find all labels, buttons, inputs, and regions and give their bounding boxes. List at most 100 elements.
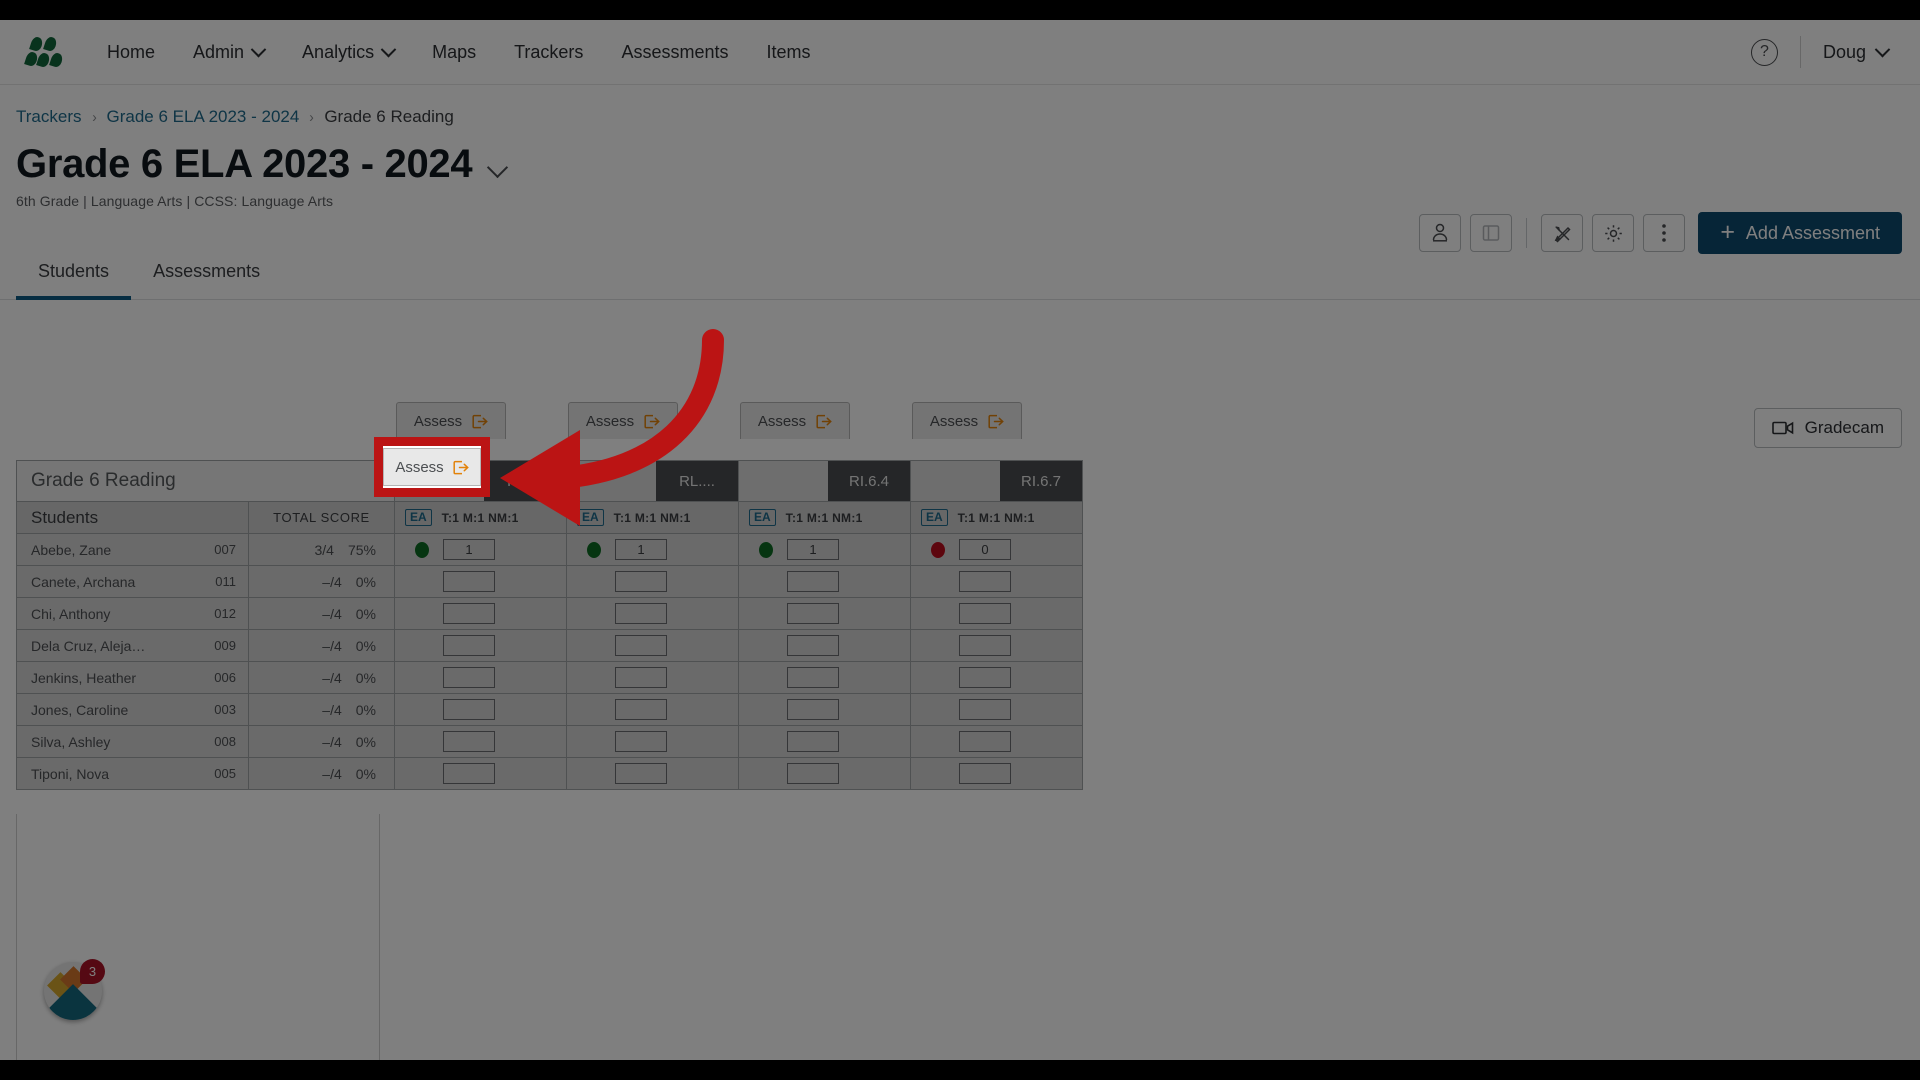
score-cell[interactable]: 1 [566, 533, 739, 566]
student-profile-icon[interactable] [1419, 214, 1462, 252]
score-cell[interactable] [394, 757, 567, 790]
assess-button-4[interactable]: Assess [912, 402, 1022, 439]
score-cell[interactable] [394, 597, 567, 630]
score-input[interactable] [443, 763, 495, 784]
score-cell[interactable] [738, 629, 911, 662]
score-input[interactable] [615, 731, 667, 752]
score-cell[interactable] [394, 565, 567, 598]
score-input[interactable] [443, 667, 495, 688]
score-cell[interactable] [566, 725, 739, 758]
score-input[interactable] [959, 603, 1011, 624]
breadcrumb-item-trackers[interactable]: Trackers [16, 107, 82, 127]
score-cell[interactable] [910, 629, 1083, 662]
panel-toggle-icon[interactable] [1470, 214, 1513, 252]
score-input[interactable] [959, 571, 1011, 592]
score-input[interactable] [615, 667, 667, 688]
score-cell[interactable] [738, 597, 911, 630]
assess-button-1[interactable]: Assess [396, 402, 506, 439]
nav-item-items[interactable]: Items [747, 20, 829, 85]
score-input[interactable] [443, 571, 495, 592]
add-assessment-button[interactable]: + Add Assessment [1698, 212, 1902, 254]
score-cell[interactable] [738, 725, 911, 758]
score-cell[interactable]: 1 [738, 533, 911, 566]
question-mark-circle-icon[interactable]: ? [1750, 38, 1778, 66]
score-input[interactable] [615, 699, 667, 720]
help-launcher-widget[interactable]: 3 [44, 959, 105, 1020]
score-input[interactable]: 1 [443, 539, 495, 560]
student-name-cell[interactable]: Abebe, Zane 007 [16, 533, 249, 566]
score-input[interactable] [615, 603, 667, 624]
col-header-students[interactable]: Students [16, 501, 249, 534]
user-menu[interactable]: Doug [1823, 41, 1894, 63]
score-input[interactable] [787, 699, 839, 720]
score-cell[interactable] [566, 693, 739, 726]
score-cell[interactable] [394, 661, 567, 694]
student-name-cell[interactable]: Jones, Caroline 003 [16, 693, 249, 726]
score-cell[interactable] [738, 565, 911, 598]
score-input[interactable]: 1 [787, 539, 839, 560]
tab-assessments[interactable]: Assessments [131, 247, 282, 299]
score-cell[interactable] [394, 693, 567, 726]
score-cell[interactable] [910, 597, 1083, 630]
student-name-cell[interactable]: Jenkins, Heather 006 [16, 661, 249, 694]
score-input[interactable] [615, 763, 667, 784]
gradecam-button[interactable]: Gradecam [1753, 408, 1902, 448]
score-cell[interactable] [566, 757, 739, 790]
score-cell[interactable] [910, 693, 1083, 726]
settings-gear-icon[interactable] [1592, 214, 1635, 252]
score-cell[interactable] [738, 757, 911, 790]
score-input[interactable] [787, 731, 839, 752]
score-input[interactable] [443, 635, 495, 656]
score-input[interactable] [959, 731, 1011, 752]
nav-item-trackers[interactable]: Trackers [495, 20, 602, 85]
score-input[interactable] [443, 731, 495, 752]
nav-item-assessments[interactable]: Assessments [602, 20, 747, 85]
score-input[interactable] [615, 571, 667, 592]
student-name-cell[interactable]: Chi, Anthony 012 [16, 597, 249, 630]
score-cell[interactable] [738, 661, 911, 694]
nav-item-admin[interactable]: Admin [174, 20, 283, 85]
nav-item-maps[interactable]: Maps [413, 20, 495, 85]
score-input[interactable] [959, 635, 1011, 656]
chevron-down-icon[interactable] [487, 156, 509, 179]
score-cell[interactable] [566, 629, 739, 662]
score-input[interactable] [787, 667, 839, 688]
score-input[interactable] [787, 603, 839, 624]
score-cell[interactable] [566, 661, 739, 694]
score-cell[interactable] [910, 757, 1083, 790]
student-name-cell[interactable]: Tiponi, Nova 005 [16, 757, 249, 790]
student-name-cell[interactable]: Silva, Ashley 008 [16, 725, 249, 758]
score-input[interactable] [443, 603, 495, 624]
breadcrumb-item-tracker[interactable]: Grade 6 ELA 2023 - 2024 [107, 107, 300, 127]
nav-item-analytics[interactable]: Analytics [283, 20, 413, 85]
score-input[interactable] [959, 667, 1011, 688]
score-input[interactable]: 0 [959, 539, 1011, 560]
score-input[interactable] [615, 635, 667, 656]
score-input[interactable] [787, 763, 839, 784]
tab-students[interactable]: Students [16, 247, 132, 300]
score-cell[interactable] [738, 693, 911, 726]
score-cell[interactable] [394, 629, 567, 662]
score-input[interactable] [959, 763, 1011, 784]
student-name-cell[interactable]: Canete, Archana 011 [16, 565, 249, 598]
score-cell[interactable] [394, 725, 567, 758]
score-input[interactable] [787, 635, 839, 656]
score-cell[interactable] [566, 565, 739, 598]
score-cell[interactable] [910, 725, 1083, 758]
edit-tools-icon[interactable] [1541, 214, 1584, 252]
score-cell[interactable]: 1 [394, 533, 567, 566]
score-input[interactable] [443, 699, 495, 720]
score-cell[interactable] [910, 565, 1083, 598]
more-options-icon[interactable] [1643, 214, 1686, 252]
score-input[interactable]: 1 [615, 539, 667, 560]
nav-item-home[interactable]: Home [88, 20, 174, 85]
score-cell[interactable]: 0 [910, 533, 1083, 566]
col-header-total-score[interactable]: TOTAL SCORE [248, 501, 395, 534]
assess-button-3[interactable]: Assess [740, 402, 850, 439]
assess-button-2[interactable]: Assess [568, 402, 678, 439]
score-input[interactable] [959, 699, 1011, 720]
score-cell[interactable] [566, 597, 739, 630]
score-input[interactable] [787, 571, 839, 592]
student-name-cell[interactable]: Dela Cruz, Aleja… 009 [16, 629, 249, 662]
score-cell[interactable] [910, 661, 1083, 694]
